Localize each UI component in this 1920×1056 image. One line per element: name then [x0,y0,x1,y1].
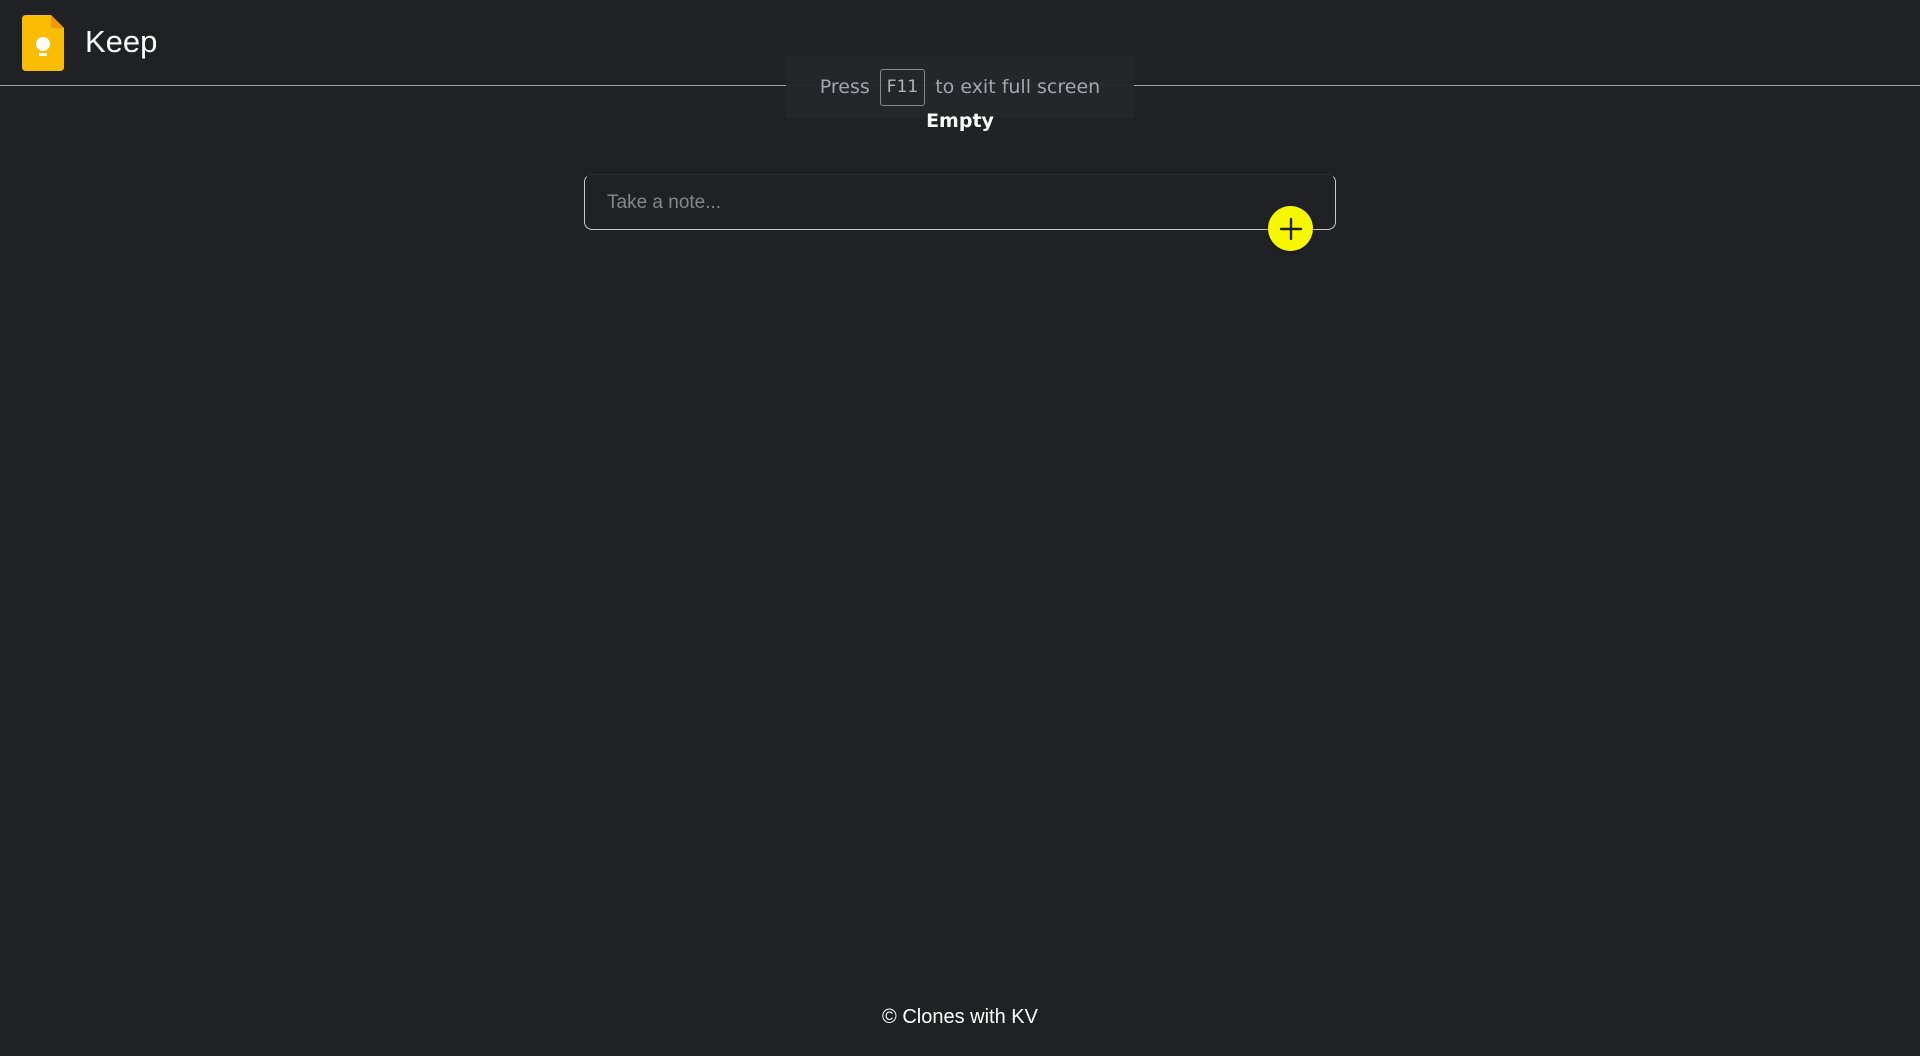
note-input[interactable] [607,189,1287,217]
fullscreen-notice: Press F11 to exit full screen [786,56,1134,118]
fullscreen-notice-suffix: to exit full screen [935,76,1101,98]
keep-logo-icon[interactable] [22,15,64,71]
empty-notes-label: Empty [926,110,994,132]
add-note-button[interactable] [1268,206,1313,251]
fullscreen-notice-prefix: Press [819,76,870,98]
app-title: Keep [85,24,158,59]
keep-app: Keep Press F11 to exit full screen Empty… [0,0,1920,1056]
f11-key-badge: F11 [879,68,926,106]
plus-icon [1279,217,1302,240]
footer-copyright: © Clones with KV [882,1006,1038,1028]
note-composer[interactable] [584,174,1336,230]
